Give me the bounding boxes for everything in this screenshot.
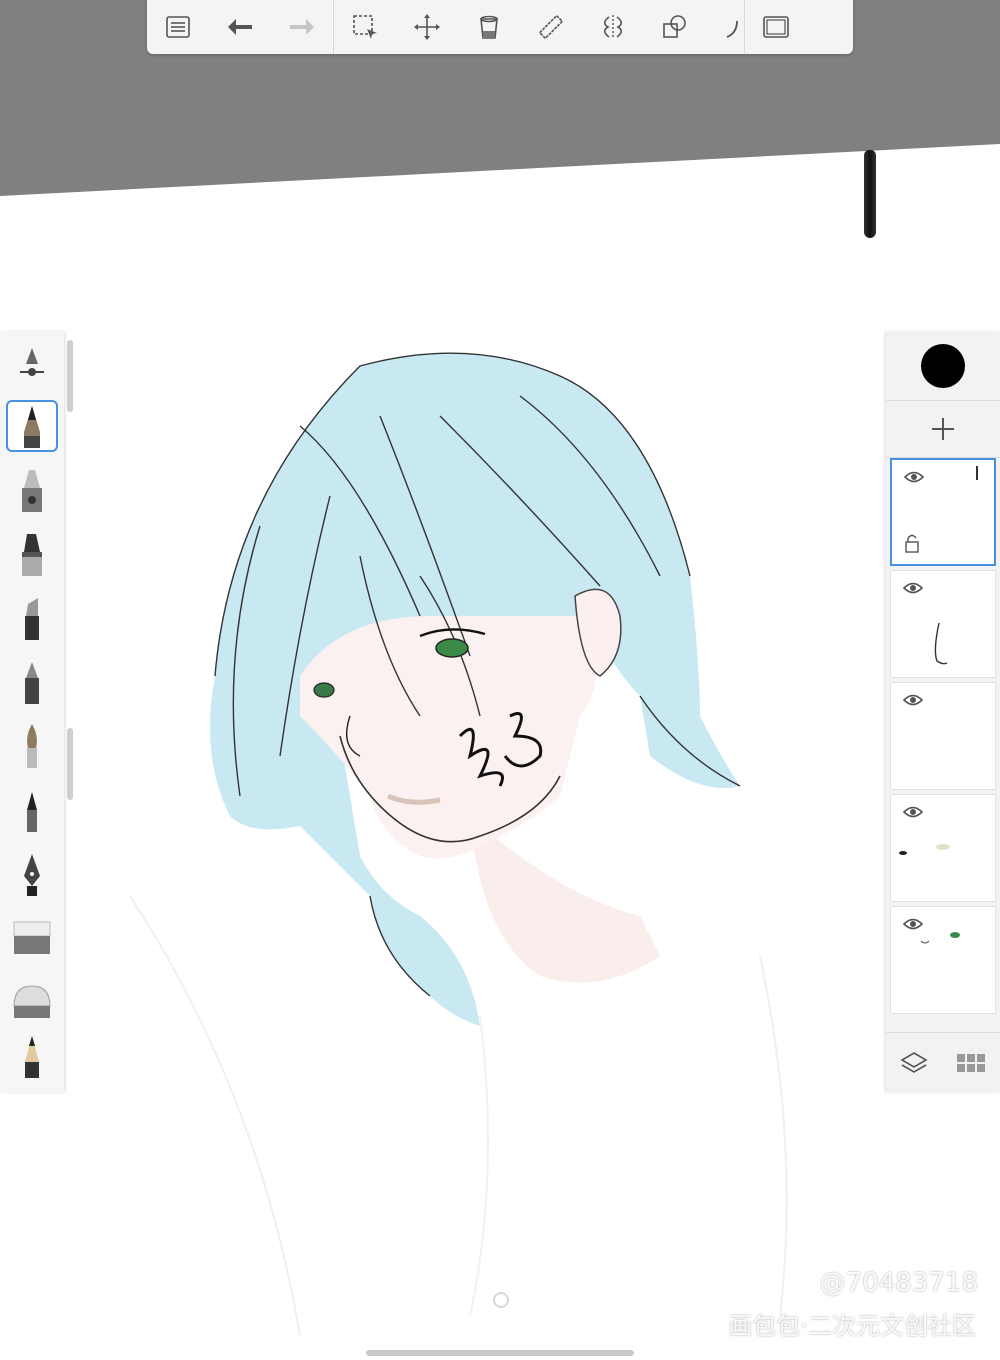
curve-icon (726, 20, 738, 38)
pencil-icon (24, 406, 40, 448)
redo-button[interactable] (271, 0, 333, 54)
list-icon (166, 16, 190, 38)
eye-icon[interactable] (903, 805, 923, 819)
layer-thumbnail[interactable] (890, 570, 996, 678)
brush-settings-icon (20, 348, 44, 376)
eraser-block-button[interactable] (6, 912, 58, 964)
watermark-user-id: @70483718 (819, 1268, 978, 1298)
chisel-marker-icon (25, 598, 39, 640)
stylus-shadow (864, 150, 876, 238)
undo-arrow-icon (228, 19, 252, 35)
layer-preview (920, 932, 960, 944)
soft-eraser-icon (13, 985, 51, 1018)
sharpie-pencil-icon (25, 1036, 39, 1078)
airbrush-button[interactable] (6, 464, 58, 516)
fill-button[interactable] (458, 0, 520, 54)
eye-icon[interactable] (903, 693, 923, 707)
selection-icon (353, 15, 377, 39)
drawing-canvas[interactable] (0, 196, 1000, 1360)
left-eye (313, 682, 335, 698)
frame-icon (763, 16, 789, 38)
pencil-brush-button[interactable] (6, 400, 58, 452)
watermark-site: 画包包·二次元文创社区 (728, 1312, 976, 1340)
page-indicator (493, 1292, 509, 1308)
marker-icon (22, 534, 42, 576)
layer-thumbnail[interactable] (890, 458, 996, 566)
eye-icon[interactable] (903, 581, 923, 595)
symmetry-button[interactable] (582, 0, 644, 54)
fine-pen-icon (25, 662, 39, 704)
soft-eraser-button[interactable] (6, 976, 58, 1028)
layer-thumbnail[interactable] (890, 906, 996, 1014)
layer-preview (899, 844, 950, 855)
selection-button[interactable] (334, 0, 396, 54)
redo-arrow-icon (290, 19, 314, 35)
brush-settings-button[interactable] (6, 336, 58, 388)
menu-button[interactable] (147, 0, 209, 54)
layer-panel-footer (886, 1032, 1000, 1093)
shapes-icon (663, 15, 686, 38)
paintbrush-button[interactable] (6, 720, 58, 772)
top-toolbar (147, 0, 853, 54)
brush-scroll-indicator[interactable] (67, 340, 73, 412)
paintbrush-icon (27, 724, 37, 768)
layer-thumbnail[interactable] (890, 682, 996, 790)
fine-pen-button[interactable] (6, 656, 58, 708)
transform-button[interactable] (396, 0, 458, 54)
brush-scroll-indicator[interactable] (67, 728, 73, 800)
layer-panel (886, 332, 1000, 1092)
eraser-block-icon (13, 921, 51, 954)
home-indicator[interactable] (366, 1350, 634, 1356)
move-icon (414, 14, 440, 40)
undo-button[interactable] (209, 0, 271, 54)
lock-icon[interactable] (904, 532, 920, 558)
stroke-button[interactable] (706, 0, 744, 54)
add-layer-button[interactable] (886, 400, 1000, 458)
eye-icon[interactable] (904, 470, 924, 484)
chisel-marker-button[interactable] (6, 592, 58, 644)
brush-palette (0, 332, 64, 1092)
ink-pen-button[interactable] (6, 784, 58, 836)
grid-icon[interactable] (956, 1053, 986, 1073)
ruler-button[interactable] (520, 0, 582, 54)
layer-preview (934, 622, 948, 665)
layer-thumbnail[interactable] (890, 794, 996, 902)
marker-button[interactable] (6, 528, 58, 580)
fountain-pen-icon (24, 854, 40, 896)
ruler-icon (538, 14, 564, 40)
fullscreen-button[interactable] (745, 0, 807, 54)
plus-icon (932, 418, 954, 440)
airbrush-icon (22, 470, 42, 512)
bucket-icon (480, 15, 498, 39)
neck-shading (470, 816, 660, 983)
fountain-pen-button[interactable] (6, 848, 58, 900)
sharpie-pencil-button[interactable] (6, 1032, 58, 1084)
color-puck[interactable] (921, 344, 965, 388)
right-eye (435, 638, 469, 658)
symmetry-icon (603, 15, 623, 39)
layers-icon[interactable] (900, 1051, 928, 1075)
shapes-button[interactable] (644, 0, 706, 54)
ink-pen-icon (27, 792, 37, 832)
